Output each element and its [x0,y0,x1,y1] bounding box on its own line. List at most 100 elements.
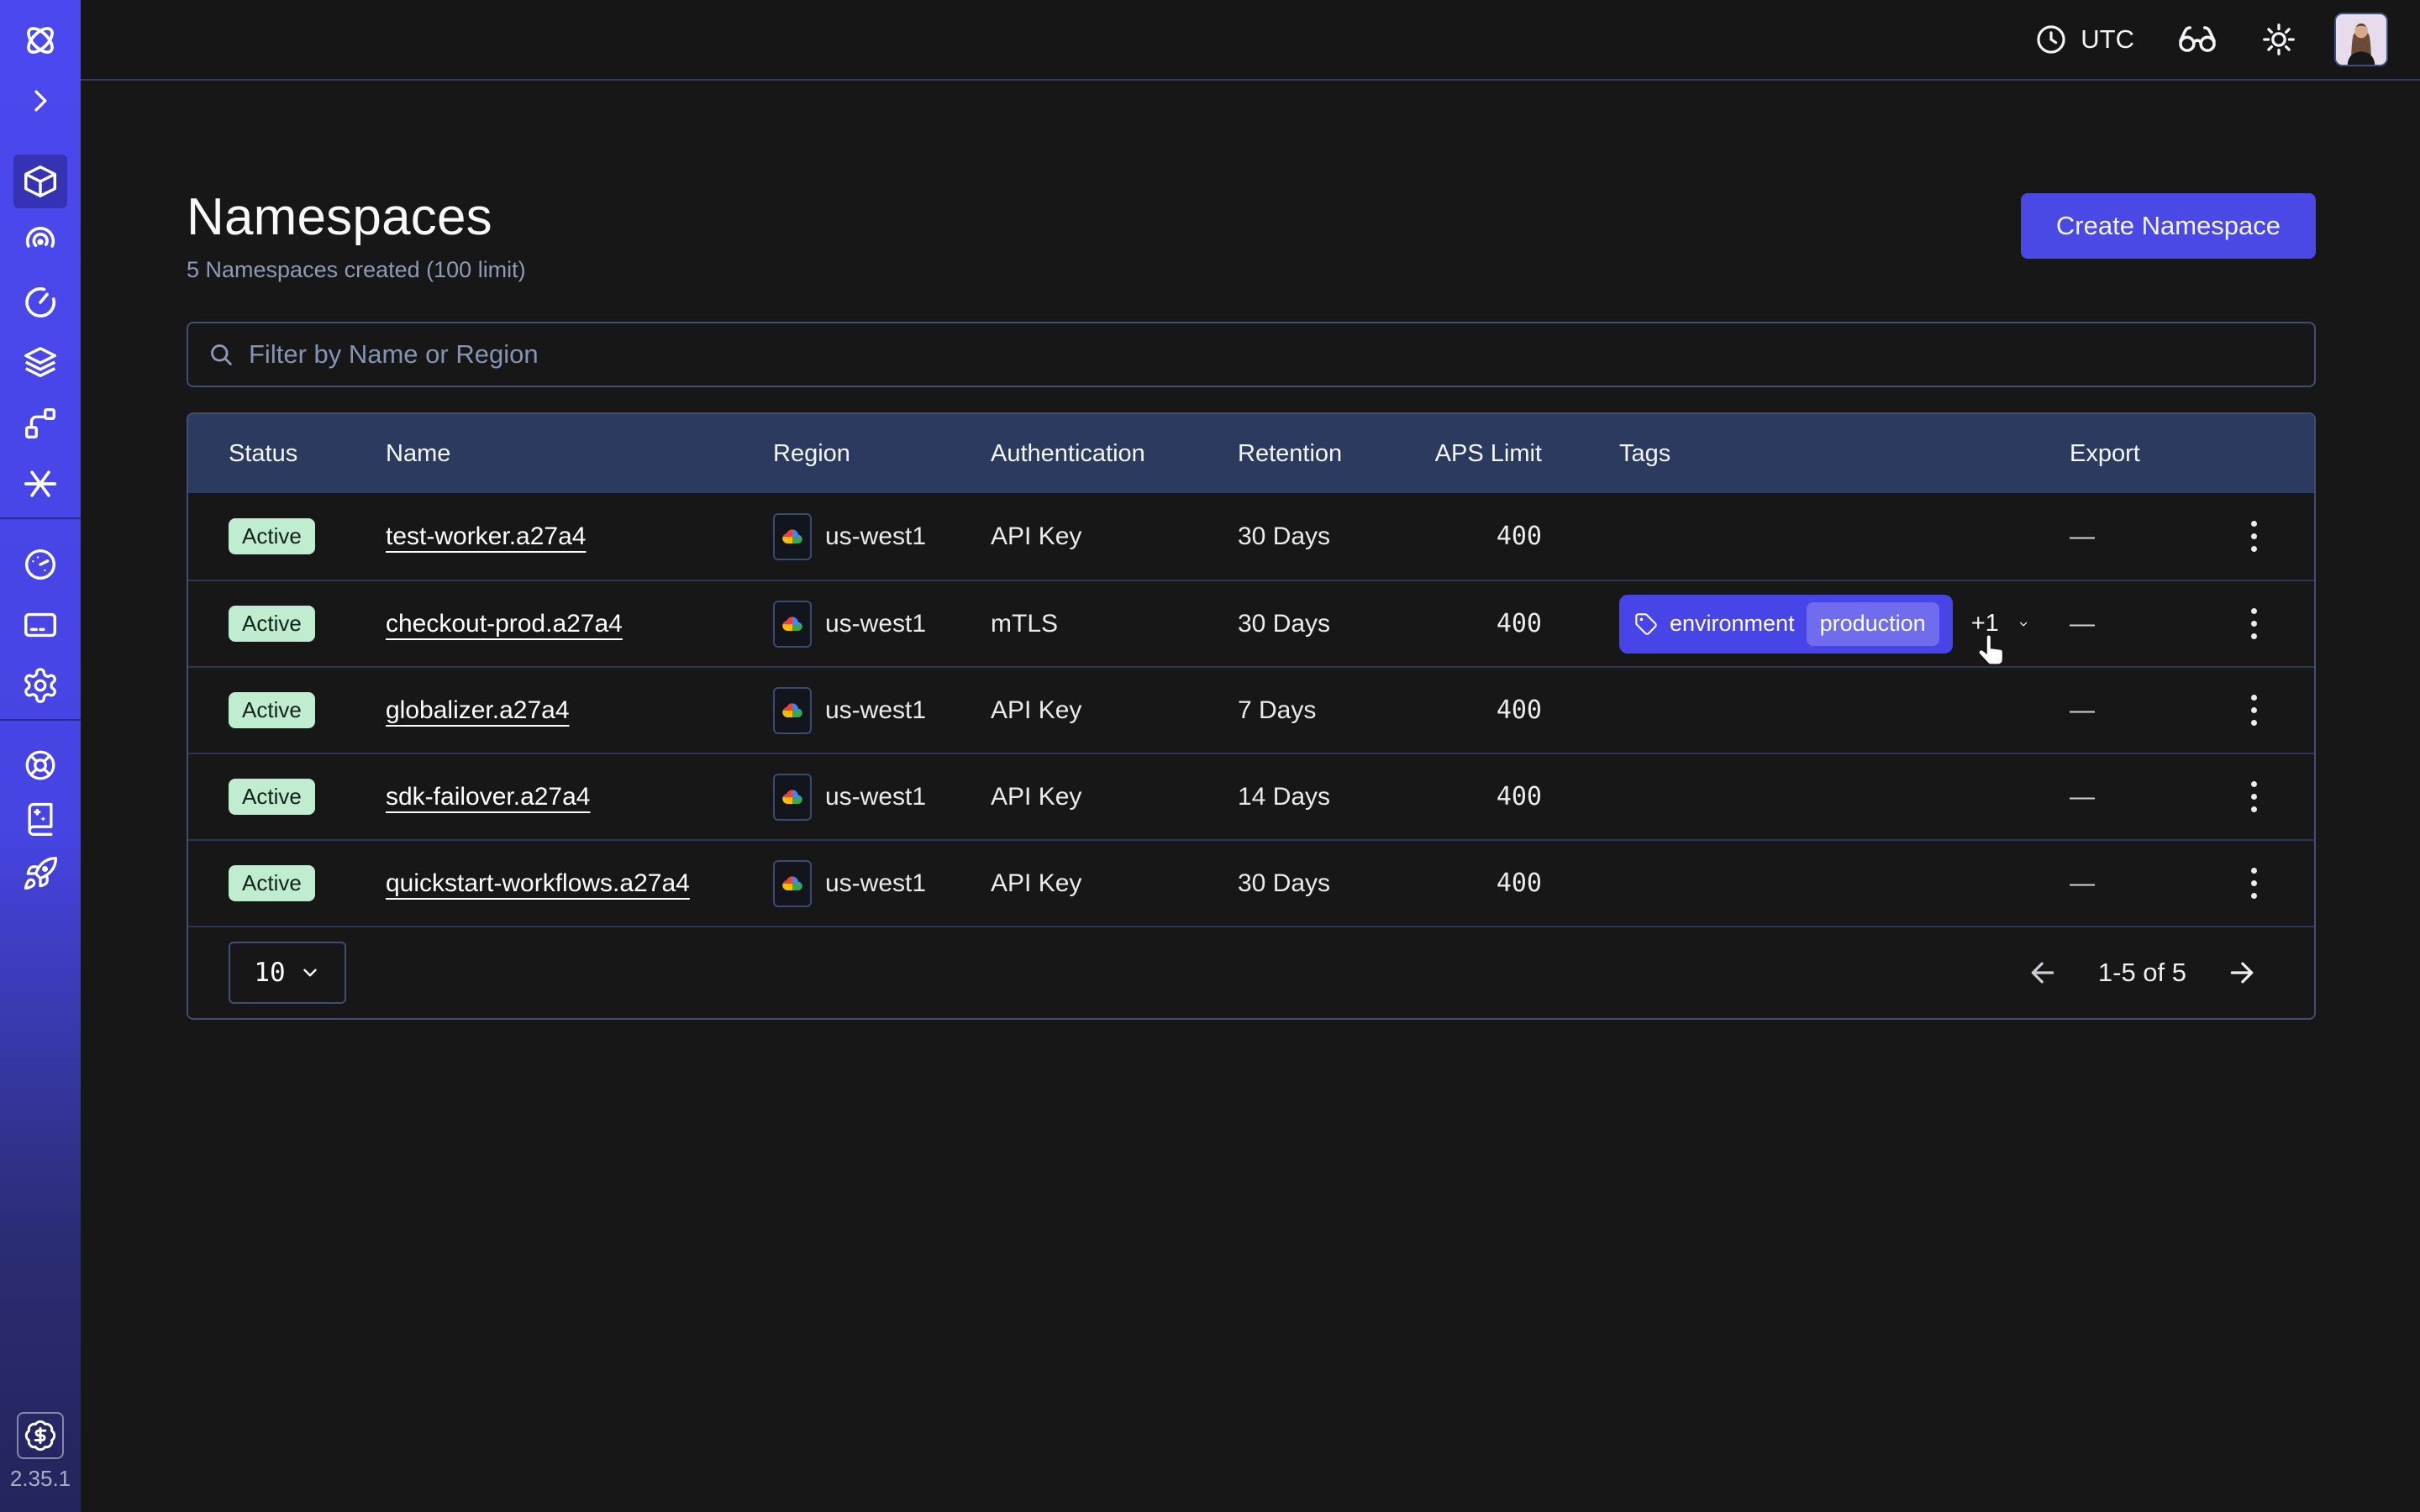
namespace-link[interactable]: quickstart-workflows.a27a4 [386,869,690,897]
temporal-logo-icon[interactable] [13,13,67,67]
namespace-count: 5 Namespaces created (100 limit) [187,257,526,283]
aps-limit-value: 400 [1390,869,1579,898]
col-tags: Tags [1579,440,2029,468]
filter-input[interactable] [249,339,2296,370]
auth-label: API Key [950,522,1197,551]
col-name: Name [345,440,733,468]
retention-label: 14 Days [1197,783,1390,811]
status-badge: Active [229,518,315,554]
table-row: Active sdk-failover.a27a4 us-west1 API K… [188,753,2314,839]
sidebar-item-schedules[interactable] [13,276,67,329]
gcp-icon [773,513,812,560]
table-row: Active test-worker.a27a4 us-west1 API Ke… [188,493,2314,580]
auth-label: mTLS [950,610,1197,638]
col-export: Export [2029,440,2193,468]
labs-toggle[interactable] [2176,18,2218,60]
money-badge-icon [24,1419,57,1452]
aps-limit-value: 400 [1390,696,1579,725]
main-area: UTC Namespaces [81,0,2420,1512]
content: Namespaces 5 Namespaces created (100 lim… [81,81,2420,1020]
usage-gauge-icon [21,545,60,584]
previous-page-button[interactable] [2026,956,2060,990]
sidebar-item-namespaces[interactable] [13,155,67,208]
sidebar-item-docs[interactable] [13,792,67,846]
retention-label: 30 Days [1197,610,1390,638]
auth-label: API Key [950,696,1197,725]
chevron-right-icon [24,84,57,118]
col-region: Region [733,440,950,468]
sidebar-item-support[interactable] [13,738,67,792]
sidebar-item-workflows[interactable] [13,215,67,269]
clock-icon [2033,22,2069,57]
export-value: — [2029,696,2193,725]
status-badge: Active [229,865,315,901]
sidebar-item-getting-started[interactable] [13,847,67,900]
namespace-link[interactable]: sdk-failover.a27a4 [386,783,591,811]
region-label: us-west1 [825,869,926,898]
row-menu-button[interactable] [2251,608,2257,639]
sidebar-item-usage[interactable] [13,538,67,591]
status-badge: Active [229,779,315,815]
sidebar-divider [0,517,81,519]
settings-gear-icon [21,666,60,705]
filter-bar [187,322,2316,387]
namespace-link[interactable]: test-worker.a27a4 [386,522,586,550]
export-value: — [2029,610,2193,638]
status-badge: Active [229,692,315,728]
tag-icon [1634,612,1658,636]
gcp-icon [773,601,812,648]
retention-label: 7 Days [1197,696,1390,725]
tag-value: production [1807,602,1939,646]
sidebar-item-nexus[interactable] [13,457,67,511]
namespaces-cube-icon [21,162,60,201]
namespace-link[interactable]: globalizer.a27a4 [386,696,570,724]
region-label: us-west1 [825,522,926,551]
tags-expand-chevron-icon[interactable] [2018,611,2029,638]
auth-label: API Key [950,869,1197,898]
credits-button[interactable] [17,1412,64,1459]
chevron-down-icon [299,962,321,984]
user-avatar[interactable] [2334,13,2388,66]
sidebar-item-batch-operations[interactable] [13,396,67,450]
row-menu-button[interactable] [2251,695,2257,726]
sun-icon [2260,21,2297,58]
sidebar: 2.35.1 [0,0,81,1512]
export-value: — [2029,522,2193,551]
batch-branch-icon [21,404,60,443]
region-label: us-west1 [825,783,926,811]
row-menu-button[interactable] [2251,521,2257,552]
nexus-asterisk-icon [21,465,60,503]
tag-pill[interactable]: environment production [1619,595,1953,654]
getting-started-rocket-icon [22,855,59,892]
page-title: Namespaces [187,186,526,249]
region-label: us-west1 [825,610,926,638]
page-size-select[interactable]: 10 [229,942,346,1004]
row-menu-button[interactable] [2251,781,2257,812]
col-retention: Retention [1197,440,1390,468]
table-footer: 10 1-5 of 5 [188,926,2314,1018]
col-aps-limit: APS Limit [1390,440,1579,468]
namespaces-table: Status Name Region Authentication Retent… [187,412,2316,1020]
pagination-range: 1-5 of 5 [2098,958,2186,988]
namespace-link[interactable]: checkout-prod.a27a4 [386,610,623,638]
sidebar-expand-button[interactable] [13,74,67,128]
next-page-button[interactable] [2225,956,2259,990]
theme-toggle[interactable] [2260,21,2297,58]
page-size-value: 10 [254,958,285,988]
pager: 1-5 of 5 [2026,956,2259,990]
sidebar-item-deployments[interactable] [13,336,67,390]
create-namespace-button[interactable]: Create Namespace [2021,193,2316,259]
gcp-icon [773,860,812,907]
auth-label: API Key [950,783,1197,811]
docs-book-icon [22,801,59,837]
topbar: UTC [81,0,2420,81]
row-menu-button[interactable] [2251,868,2257,899]
aps-limit-value: 400 [1390,522,1579,551]
avatar-photo [2336,14,2386,65]
glasses-icon [2176,18,2218,60]
timezone-selector[interactable]: UTC [2033,22,2134,57]
col-status: Status [188,440,345,468]
schedules-timer-icon [21,283,60,322]
sidebar-item-settings[interactable] [13,659,67,712]
sidebar-item-billing[interactable] [13,598,67,652]
